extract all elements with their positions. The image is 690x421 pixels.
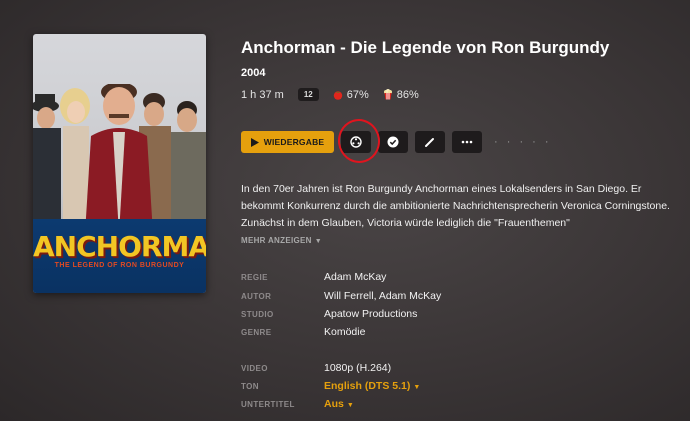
audio-label: TON	[241, 382, 259, 391]
audio-select-value: English (DTS 5.1)	[324, 380, 411, 392]
page-title: Anchorman - Die Legende von Ron Burgundy	[241, 38, 610, 57]
checkmark-icon	[387, 136, 399, 148]
writer-label: AUTOR	[241, 292, 272, 301]
subtitle-label: UNTERTITEL	[241, 400, 295, 409]
toolbar-more-dots: · · · · ·	[494, 136, 552, 148]
edit-button[interactable]	[415, 131, 445, 153]
poster-cast-image	[33, 84, 206, 234]
release-year[interactable]: 2004	[241, 67, 265, 79]
poster-logo: ANCHORMAN	[33, 230, 206, 263]
writer-value[interactable]: Will Ferrell, Adam McKay	[324, 290, 441, 302]
film-reel-icon	[350, 136, 362, 148]
film-reel-button[interactable]	[341, 131, 371, 153]
poster-tagline: THE LEGEND OF RON BURGUNDY	[54, 262, 185, 269]
video-label: VIDEO	[241, 364, 268, 373]
mark-watched-button[interactable]	[378, 131, 408, 153]
movie-poster[interactable]: ANCHORMAN THE LEGEND OF RON BURGUNDY	[33, 34, 206, 293]
popcorn-icon	[383, 89, 392, 100]
audience-rating: 86%	[383, 89, 419, 101]
critic-score: 67%	[346, 88, 369, 101]
director-value[interactable]: Adam McKay	[324, 271, 386, 283]
ellipsis-icon	[461, 140, 473, 144]
age-rating-badge: 12	[297, 88, 319, 101]
studio-value[interactable]: Apatow Productions	[324, 308, 417, 320]
play-button-label: WIEDERGABE	[263, 137, 325, 147]
subtitle-select-value: Aus	[324, 398, 344, 410]
chevron-down-icon: ▼	[413, 384, 421, 391]
pencil-icon	[425, 138, 434, 147]
more-options-button[interactable]	[452, 131, 482, 153]
show-more-label: MEHR ANZEIGEN	[241, 236, 312, 245]
genre-label: GENRE	[241, 328, 272, 337]
show-more-link[interactable]: MEHR ANZEIGEN ▼	[241, 236, 322, 245]
meta-row: 1 h 37 m 12 67% 86%	[241, 88, 419, 101]
chevron-down-icon: ▼	[346, 402, 354, 409]
video-value: 1080p (H.264)	[324, 362, 392, 374]
subtitle-select[interactable]: Aus ▼	[324, 398, 354, 410]
duration: 1 h 37 m	[241, 88, 284, 101]
movie-description: In den 70er Jahren ist Ron Burgundy Anch…	[241, 183, 670, 229]
genre-value[interactable]: Komödie	[324, 326, 365, 338]
audience-score: 86%	[396, 88, 419, 101]
play-icon	[250, 137, 259, 147]
chevron-down-icon: ▼	[314, 238, 322, 245]
tomato-icon	[333, 90, 342, 100]
audio-select[interactable]: English (DTS 5.1) ▼	[324, 380, 420, 392]
action-toolbar: WIEDERGABE · · · · ·	[241, 131, 552, 153]
studio-label: STUDIO	[241, 310, 274, 319]
director-label: REGIE	[241, 273, 268, 282]
play-button[interactable]: WIEDERGABE	[241, 131, 334, 153]
critic-rating: 67%	[333, 89, 369, 101]
